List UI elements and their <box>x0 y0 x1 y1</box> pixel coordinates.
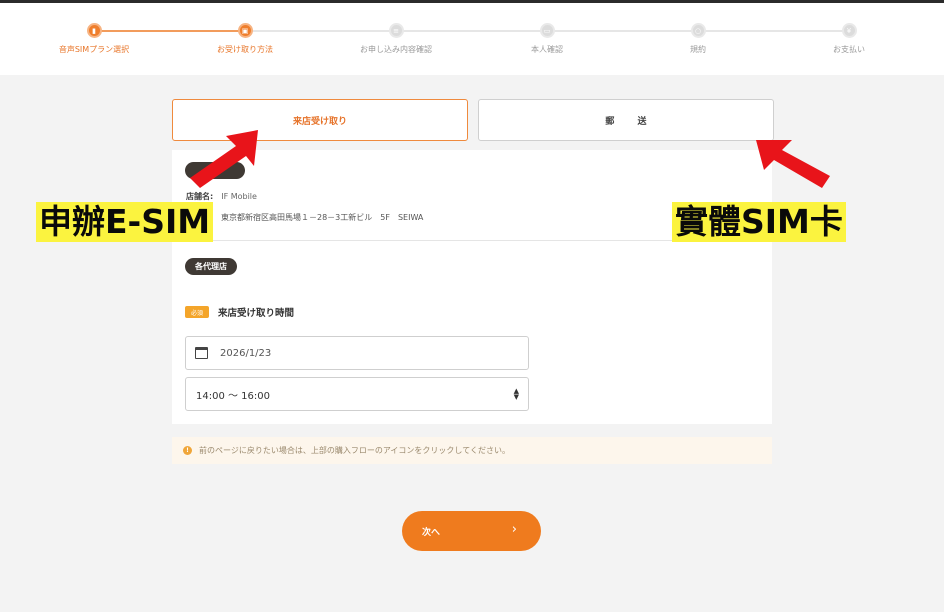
step-label: お支払い <box>833 45 865 54</box>
document-icon: ▮ <box>86 23 102 38</box>
tab-mail-delivery[interactable]: 郵 送 <box>478 99 774 141</box>
shop-address: 東京都新宿区高田馬場１－28－3工新ビル 5F SEIWA <box>221 213 424 222</box>
step-receive-method[interactable]: ▣ お受け取り方法 <box>185 23 305 55</box>
pickup-date-value: 2026/1/23 <box>220 347 272 359</box>
step-identity[interactable]: ▭ 本人確認 <box>487 23 607 55</box>
shop-name-value: IF Mobile <box>221 192 257 201</box>
step-terms[interactable]: ○ 規約 <box>638 23 758 55</box>
step-label: 音声SIMプラン選択 <box>58 45 130 54</box>
back-notice: ! 前のページに戻りたい場合は、上部の購入フローのアイコンをクリックしてください… <box>172 437 772 464</box>
next-button-label: 次へ <box>422 528 441 538</box>
tab-label: 郵 送 <box>605 116 657 127</box>
annotation-esim: 申辦E-SIM <box>36 202 214 242</box>
step-label: 規約 <box>690 45 706 54</box>
payment-icon: ¥ <box>841 23 857 38</box>
shop-name-row: 店舗名: IF Mobile <box>186 191 257 202</box>
red-arrow-icon <box>190 130 258 188</box>
shop-name-label: 店舗名: <box>186 192 214 201</box>
notice-text: 前のページに戻りたい場合は、上部の購入フローのアイコンをクリックしてください。 <box>199 446 510 455</box>
chevron-right-icon: › <box>511 522 517 537</box>
pickup-date-input[interactable]: 2026/1/23 <box>185 336 529 370</box>
step-confirm[interactable]: ≡ お申し込み内容確認 <box>336 23 456 55</box>
store-pickup-panel: 店舗名: IF Mobile 東京都新宿区高田馬場１－28－3工新ビル 5F SE… <box>172 150 772 424</box>
pickup-time-value: 14:00 ～ 16:00 <box>196 390 270 402</box>
required-badge: 必須 <box>185 306 209 318</box>
step-plan-select[interactable]: ▮ 音声SIMプラン選択 <box>34 23 154 55</box>
select-updown-icon: ▲ ▼ <box>513 387 519 401</box>
calendar-icon <box>195 347 208 359</box>
terms-icon: ○ <box>690 23 706 38</box>
pickup-time-select[interactable]: 14:00 ～ 16:00 ▲ ▼ <box>185 377 529 411</box>
step-label: 本人確認 <box>531 45 563 54</box>
next-button[interactable]: 次へ › <box>402 511 541 551</box>
step-payment[interactable]: ¥ お支払い <box>789 23 909 55</box>
list-icon: ≡ <box>388 23 404 38</box>
pickup-time-title: 来店受け取り時間 <box>218 308 295 319</box>
tab-label: 来店受け取り <box>292 116 347 127</box>
purchase-flow-stepper: ▮ 音声SIMプラン選択 ▣ お受け取り方法 ≡ お申し込み内容確認 ▭ 本人確… <box>0 3 944 75</box>
agent-pill[interactable]: 各代理店 <box>185 258 237 275</box>
info-icon: ! <box>183 446 192 455</box>
id-card-icon: ▭ <box>539 23 555 38</box>
annotation-physical-sim: 實體SIM卡 <box>672 202 846 242</box>
step-label: お申し込み内容確認 <box>360 45 432 54</box>
step-label: お受け取り方法 <box>217 45 273 54</box>
box-icon: ▣ <box>237 23 253 38</box>
red-arrow-icon <box>756 140 830 188</box>
